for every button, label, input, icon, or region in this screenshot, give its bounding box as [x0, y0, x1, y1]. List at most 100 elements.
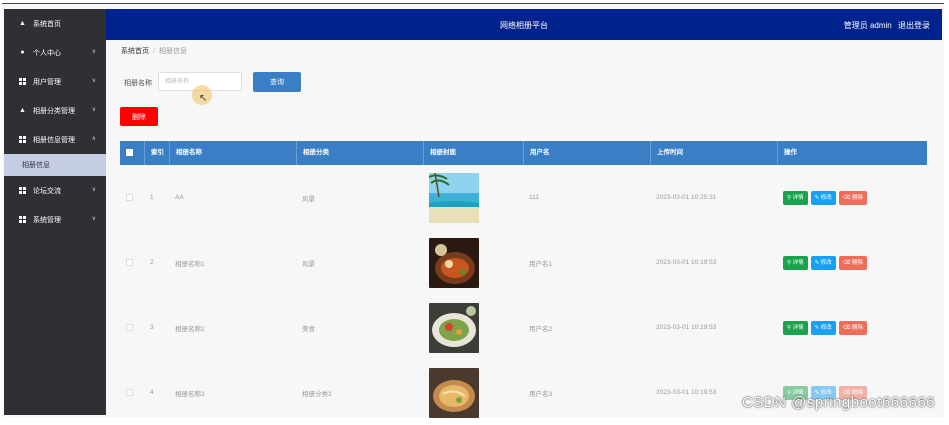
sidebar-item-album-info[interactable]: 相册信息管理 ∧	[4, 125, 106, 154]
column-header: 操作	[777, 141, 927, 165]
select-all-checkbox-cell[interactable]	[120, 141, 144, 165]
sidebar-item-label: 相册信息管理	[33, 135, 75, 145]
grid-icon	[18, 136, 27, 143]
delete-button[interactable]: ⌫ 删除	[839, 191, 867, 205]
sidebar-item-album-category[interactable]: ▲ 相册分类管理 ∨	[4, 96, 106, 125]
column-header: 相册分类	[296, 141, 423, 165]
delete-button[interactable]: ⌫ 删除	[839, 256, 867, 270]
trash-icon: ⌫	[843, 195, 852, 201]
edit-label: 修改	[821, 195, 832, 201]
sidebar-item-users[interactable]: 用户管理 ∨	[4, 67, 106, 96]
row-checkbox-cell[interactable]	[120, 165, 144, 230]
table-row: 3 相册名称2 美食 用户名2 2023-03-01 10:19:53 ⚲ 详情…	[120, 295, 927, 360]
sidebar-item-forum[interactable]: 论坛交流 ∨	[4, 176, 106, 205]
grid-icon	[18, 187, 27, 194]
sidebar: ▲ 系统首页 ● 个人中心 ∨ 用户管理 ∨ ▲ 相册分类管理 ∨ 相册信息管理…	[4, 9, 106, 415]
delete-button[interactable]: ⌫ 删除	[839, 321, 867, 335]
grid-icon	[18, 78, 27, 85]
chevron-down-icon: ∨	[92, 106, 96, 113]
cover-cell	[423, 295, 523, 360]
breadcrumb: 系统首页 / 相册信息	[121, 46, 187, 56]
row-checkbox[interactable]	[126, 324, 133, 331]
upload-time-cell: 2023-03-01 10:19:53	[650, 295, 777, 360]
index-cell: 4	[144, 360, 169, 425]
admin-label: 管理员 admin	[844, 21, 892, 30]
row-checkbox-cell[interactable]	[120, 230, 144, 295]
sidebar-item-label: 系统管理	[33, 215, 61, 225]
actions-cell: ⚲ 详情 ✎ 修改 ⌫ 删除	[777, 165, 927, 230]
table-row: 1 AA 风景 111 2023-03-01 10:25:31 ⚲ 详情 ✎ 修…	[120, 165, 927, 230]
username-cell: 用户名3	[523, 360, 650, 425]
grid-icon	[18, 216, 27, 223]
index-cell: 1	[144, 165, 169, 230]
column-header: 上传时间	[650, 141, 777, 165]
select-all-checkbox[interactable]	[126, 149, 133, 156]
detail-button[interactable]: ⚲ 详情	[783, 321, 808, 335]
table-row: 2 相册名称1 风景 用户名1 2023-03-01 10:19:53 ⚲ 详情…	[120, 230, 927, 295]
breadcrumb-current: 相册信息	[159, 48, 187, 55]
watermark: CSDN @springboot666666	[742, 394, 935, 411]
salad-photo[interactable]	[429, 303, 479, 353]
chevron-down-icon: ∨	[92, 215, 96, 222]
sidebar-item-system[interactable]: 系统管理 ∨	[4, 205, 106, 234]
edit-button[interactable]: ✎ 修改	[811, 256, 836, 270]
thumb-icon: ▲	[18, 107, 27, 114]
sidebar-item-label: 系统首页	[33, 19, 61, 29]
actions-cell: ⚲ 详情 ✎ 修改 ⌫ 删除	[777, 360, 927, 425]
upload-time-cell: 2023-03-01 10:25:31	[650, 165, 777, 230]
album-name-cell: 相册名称3	[169, 360, 296, 425]
category-cell: 相册分类3	[296, 360, 423, 425]
album-name-cell: 相册名称1	[169, 230, 296, 295]
album-table: 索引 相册名称 相册分类 相册封面 用户名 上传时间 操作 1 AA 风景 11…	[120, 141, 927, 425]
detail-button[interactable]: ⚲ 详情	[783, 256, 808, 270]
edit-button[interactable]: ✎ 修改	[811, 191, 836, 205]
row-checkbox[interactable]	[126, 194, 133, 201]
chevron-up-icon: ∧	[92, 135, 96, 142]
sidebar-item-label: 相册分类管理	[33, 106, 75, 116]
sidebar-subitem-album-info[interactable]: 相册信息	[4, 154, 106, 176]
category-cell: 风景	[296, 230, 423, 295]
upload-time-cell: 2023-03-01 10:19:53	[650, 360, 777, 425]
query-button[interactable]: 查询	[253, 72, 301, 92]
user-icon: ●	[18, 49, 27, 56]
row-checkbox-cell[interactable]	[120, 295, 144, 360]
table-header: 索引 相册名称 相册分类 相册封面 用户名 上传时间 操作	[120, 141, 927, 165]
row-checkbox-cell[interactable]	[120, 360, 144, 425]
category-cell: 风景	[296, 165, 423, 230]
sidebar-subitem-label: 相册信息	[22, 160, 50, 170]
breadcrumb-home[interactable]: 系统首页	[121, 48, 149, 55]
category-cell: 美食	[296, 295, 423, 360]
sidebar-item-label: 论坛交流	[33, 186, 61, 196]
beach-photo[interactable]	[429, 173, 479, 223]
sidebar-item-home[interactable]: ▲ 系统首页	[4, 9, 106, 38]
detail-button[interactable]: ⚲ 详情	[783, 191, 808, 205]
food-photo[interactable]	[429, 238, 479, 288]
delete-label: 删除	[852, 260, 863, 266]
column-header: 相册封面	[423, 141, 523, 165]
site-title: 网络相册平台	[106, 20, 942, 31]
row-checkbox[interactable]	[126, 389, 133, 396]
column-header: 相册名称	[169, 141, 296, 165]
batch-delete-button[interactable]: 删除	[120, 107, 158, 126]
chevron-down-icon: ∨	[92, 186, 96, 193]
top-header: 网络相册平台 管理员 admin 退出登录	[106, 9, 942, 40]
sidebar-item-profile[interactable]: ● 个人中心 ∨	[4, 38, 106, 67]
cover-cell	[423, 230, 523, 295]
edit-button[interactable]: ✎ 修改	[811, 321, 836, 335]
noodle-photo[interactable]	[429, 368, 479, 418]
row-checkbox[interactable]	[126, 259, 133, 266]
logout-link[interactable]: 退出登录	[898, 21, 930, 30]
trash-icon: ⌫	[843, 260, 852, 266]
chevron-down-icon: ∨	[92, 48, 96, 55]
delete-label: 删除	[852, 325, 863, 331]
search-label: 相册名称	[124, 78, 152, 88]
column-header: 用户名	[523, 141, 650, 165]
breadcrumb-separator: /	[153, 48, 155, 55]
detail-label: 详情	[793, 260, 804, 266]
admin-info: 管理员 admin 退出登录	[840, 20, 930, 31]
cover-cell	[423, 360, 523, 425]
home-icon: ▲	[18, 20, 27, 27]
index-cell: 2	[144, 230, 169, 295]
delete-label: 删除	[852, 195, 863, 201]
mouse-cursor-icon: ↖	[199, 93, 207, 104]
